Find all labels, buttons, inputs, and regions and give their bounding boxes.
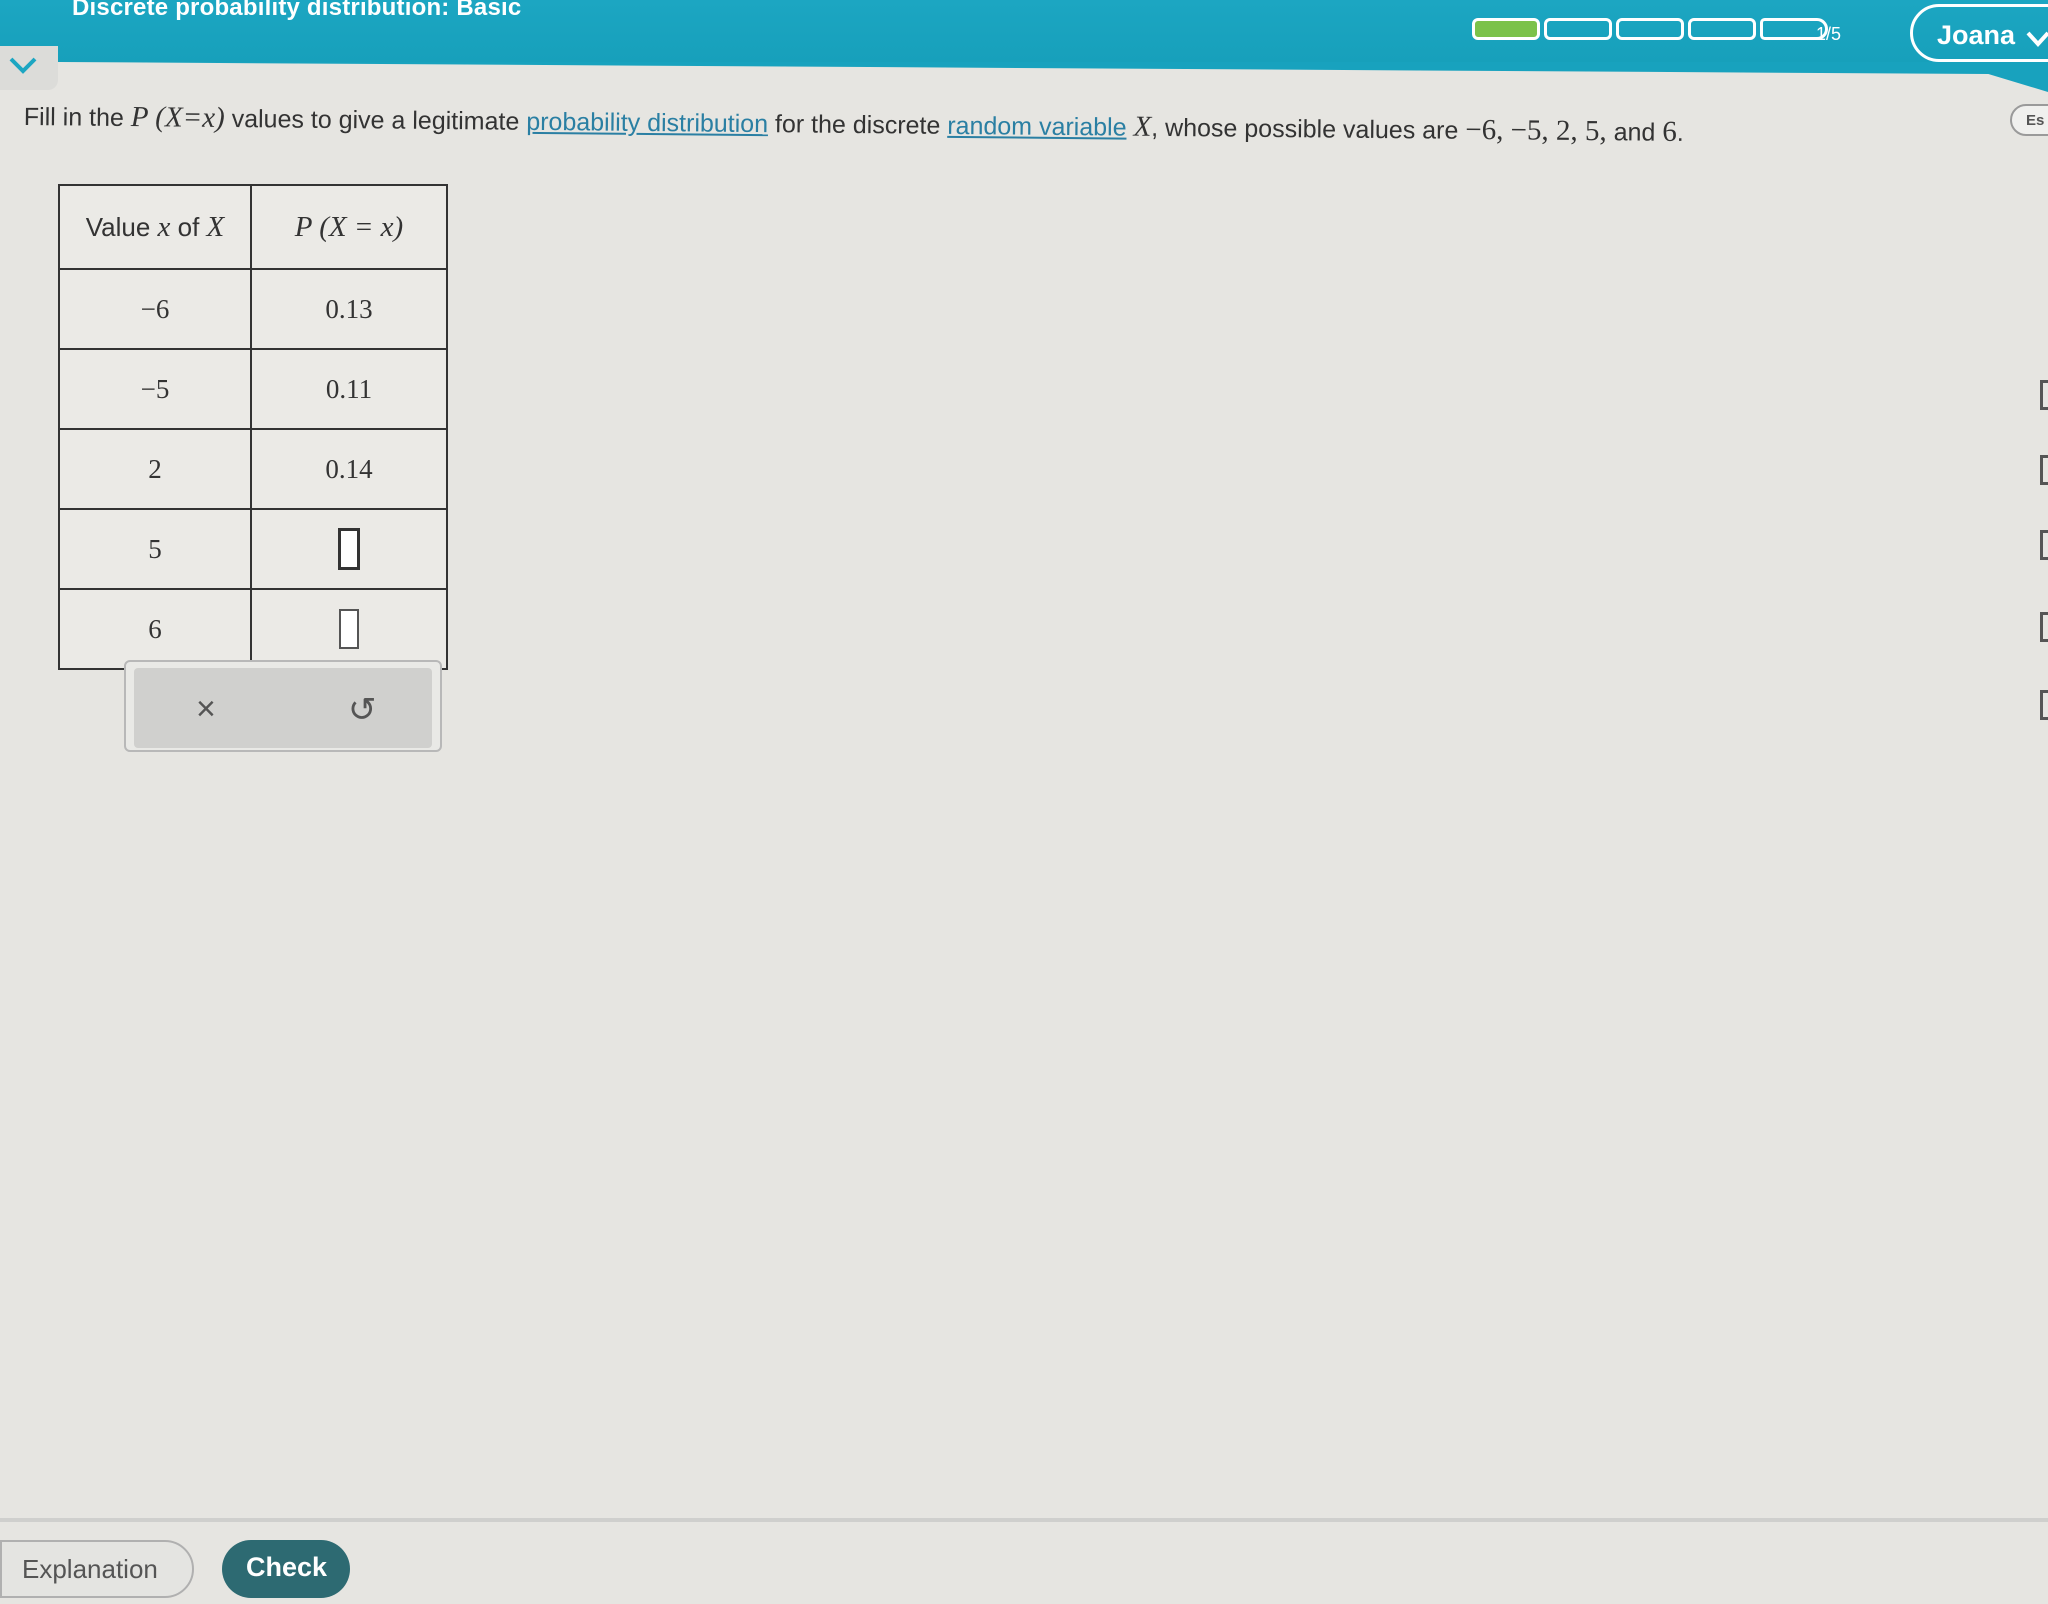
progress-segment-1	[1472, 18, 1540, 40]
question-text: Fill in the P (X=x) values to give a leg…	[23, 101, 1684, 148]
column-header-value: Value x of X	[58, 184, 252, 270]
user-menu-button[interactable]: Joana	[1910, 4, 2048, 62]
value-cell: −5	[58, 348, 252, 430]
progress-segment-4	[1688, 18, 1756, 40]
math-expression: P (X=x)	[130, 101, 225, 134]
header-accent	[60, 62, 2048, 92]
side-tool-icon[interactable]	[2040, 530, 2048, 560]
chevron-down-icon	[9, 57, 37, 74]
language-toggle[interactable]: Es	[2010, 104, 2048, 136]
side-tool-icon[interactable]	[2040, 612, 2048, 642]
probability-cell: 0.13	[250, 268, 448, 350]
probability-cell: 0.14	[250, 428, 448, 510]
probability-cell: 0.11	[250, 348, 448, 430]
table-row: 2 0.14	[58, 428, 448, 510]
answer-toolbar-inner: × ↺	[134, 668, 432, 748]
table-row: 6	[58, 588, 448, 670]
side-tool-icon[interactable]	[2040, 380, 2048, 410]
probability-cell	[250, 588, 448, 670]
top-bar: Discrete probability distribution: Basic…	[0, 0, 2048, 62]
check-button[interactable]: Check	[222, 1540, 350, 1598]
probability-input-6[interactable]	[339, 609, 359, 649]
answer-toolbar: × ↺	[124, 660, 442, 752]
side-tool-icon[interactable]	[2040, 690, 2048, 720]
progress-segment-2	[1544, 18, 1612, 40]
table-row: 5	[58, 508, 448, 590]
progress-segment-3	[1616, 18, 1684, 40]
link-probability-distribution[interactable]: probability distribution	[526, 108, 768, 138]
probability-input-5[interactable]	[338, 528, 360, 570]
progress-count: 1/5	[1816, 24, 1842, 44]
side-tool-icon[interactable]	[2040, 455, 2048, 485]
math-last-value: 6	[1662, 115, 1678, 148]
value-cell: 5	[58, 508, 252, 590]
chevron-down-icon	[2025, 25, 2048, 56]
table-header-row: Value x of X P (X = x)	[58, 184, 448, 270]
distribution-table: Value x of X P (X = x) −6 0.13 −5 0.11 2…	[58, 184, 448, 670]
progress-bar	[1472, 18, 1828, 40]
math-values: −6, −5, 2, 5,	[1465, 113, 1607, 148]
clear-button[interactable]: ×	[196, 690, 216, 729]
table-row: −6 0.13	[58, 268, 448, 350]
column-header-probability: P (X = x)	[250, 184, 448, 270]
undo-button[interactable]: ↺	[348, 690, 377, 730]
collapse-toggle[interactable]	[0, 46, 58, 90]
value-cell: 2	[58, 428, 252, 510]
explanation-button[interactable]: Explanation	[0, 1540, 194, 1598]
value-cell: 6	[58, 588, 252, 670]
math-variable: X	[1133, 110, 1152, 143]
topic-title: Discrete probability distribution: Basic	[72, 0, 522, 21]
link-random-variable[interactable]: random variable	[947, 112, 1127, 142]
value-cell: −6	[58, 268, 252, 350]
user-name: Joana	[1937, 20, 2016, 50]
table-row: −5 0.11	[58, 348, 448, 430]
probability-cell	[250, 508, 448, 590]
footer-divider	[0, 1518, 2048, 1522]
